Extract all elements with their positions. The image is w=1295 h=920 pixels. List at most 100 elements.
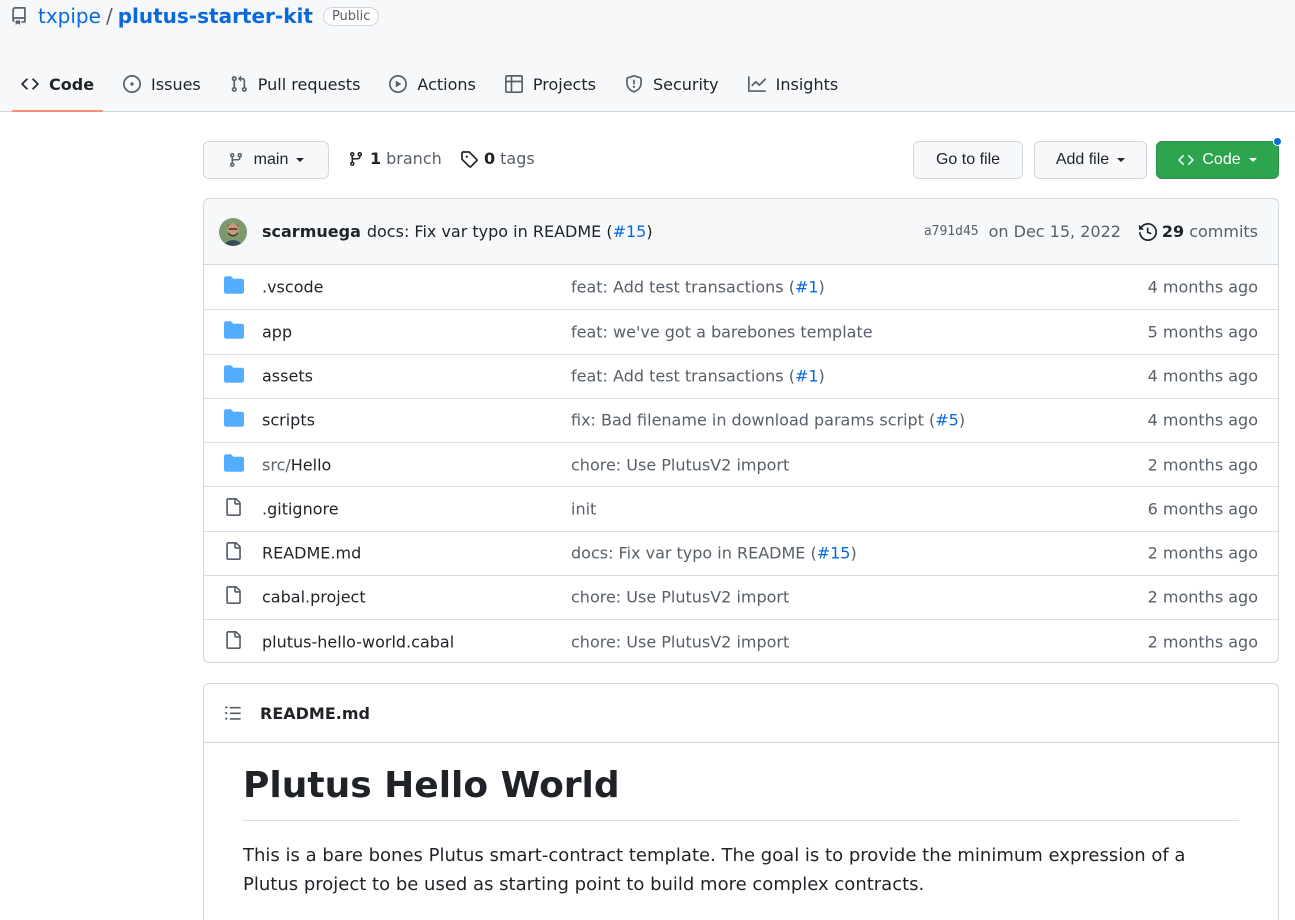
branch-select-button[interactable]: main [203, 141, 329, 179]
commit-sha-link[interactable]: a791d45 [924, 224, 979, 239]
code-icon [21, 75, 39, 93]
issue-opened-icon [123, 75, 142, 93]
repo-owner-link[interactable]: txpipe [38, 4, 101, 28]
git-branch-icon [228, 152, 244, 168]
file-commit-text: chore: Use PlutusV2 import [571, 587, 790, 607]
caret-down-icon [296, 158, 305, 162]
commits-history-link[interactable]: 29 commits [1138, 222, 1258, 241]
tab-pull-requests[interactable]: Pull requests [221, 64, 370, 104]
readme-header: README.md [204, 684, 1278, 743]
go-to-file-button[interactable]: Go to file [913, 141, 1023, 179]
file-name-link[interactable]: app [262, 322, 292, 341]
file-row[interactable]: README.md docs: Fix var typo in README (… [204, 530, 1278, 575]
caret-down-icon [1117, 158, 1126, 162]
branches-link[interactable]: 1 branch [348, 149, 442, 168]
file-commit-message[interactable]: feat: Add test transactions (#1) [571, 367, 825, 386]
file-row[interactable]: .vscode feat: Add test transactions (#1)… [204, 265, 1278, 309]
file-name-link[interactable]: cabal.project [262, 588, 366, 607]
file-commit-message[interactable]: chore: Use PlutusV2 import [571, 632, 789, 651]
tab-projects[interactable]: Projects [496, 64, 605, 104]
branch-count: 1 [370, 149, 382, 168]
file-commit-message[interactable]: chore: Use PlutusV2 import [571, 588, 789, 607]
graph-icon [747, 75, 766, 93]
commit-message[interactable]: docs: Fix var typo in README (#15) [367, 222, 653, 241]
tab-insights[interactable]: Insights [739, 64, 848, 104]
code-icon [1178, 152, 1195, 168]
table-icon [504, 75, 523, 93]
branch-label: branch [386, 149, 442, 168]
file-commit-text: docs: Fix var typo in README ( [571, 543, 817, 563]
file-name-link[interactable]: scripts [262, 411, 315, 430]
folder-icon [224, 364, 244, 388]
file-commit-pr-link[interactable]: #5 [935, 411, 959, 430]
folder-icon [224, 275, 244, 299]
file-row[interactable]: assets feat: Add test transactions (#1) … [204, 353, 1278, 398]
tab-security[interactable]: Security [616, 64, 728, 104]
commit-author-link[interactable]: scarmuega [262, 222, 361, 241]
file-name: scripts [262, 410, 315, 430]
tab-actions[interactable]: Actions [380, 64, 484, 104]
folder-icon [224, 320, 244, 344]
file-commit-message[interactable]: init [571, 499, 596, 518]
repo-name-link[interactable]: plutus-starter-kit [118, 4, 313, 28]
file-commit-text: feat: Add test transactions ( [571, 277, 795, 297]
file-commit-age: 2 months ago [1147, 632, 1258, 652]
file-commit-text: feat: Add test transactions ( [571, 366, 795, 386]
file-commit-text: feat: we've got a barebones template [571, 322, 873, 342]
folder-icon [224, 408, 244, 432]
file-name-link[interactable]: assets [262, 367, 313, 386]
file-icon [224, 542, 242, 564]
file-commit-message[interactable]: chore: Use PlutusV2 import [571, 455, 789, 474]
caret-down-icon [1248, 158, 1257, 162]
tab-code[interactable]: Code [12, 64, 104, 112]
commit-meta: a791d45 on Dec 15, 2022 29 commits [924, 222, 1258, 241]
readme-paragraph: This is a bare bones Plutus smart-contra… [243, 845, 1186, 895]
add-file-button[interactable]: Add file [1034, 141, 1147, 179]
file-row[interactable]: .gitignore init 6 months ago [204, 486, 1278, 530]
file-commit-pr-link[interactable]: #1 [795, 278, 819, 297]
repo-icon [10, 7, 28, 25]
notification-dot [1273, 137, 1282, 146]
file-commit-message[interactable]: docs: Fix var typo in README (#15) [571, 544, 857, 563]
commit-pr-link[interactable]: #15 [613, 222, 647, 241]
file-name-link[interactable]: .gitignore [262, 499, 339, 518]
file-name: Hello [290, 455, 332, 475]
file-commit-age: 2 months ago [1147, 455, 1258, 475]
commit-message-text: docs: Fix var typo in README ( [366, 222, 613, 241]
file-name-link[interactable]: .vscode [262, 278, 323, 297]
file-name-link[interactable]: README.md [262, 544, 361, 563]
file-commit-message[interactable]: fix: Bad filename in download params scr… [571, 411, 965, 430]
file-name-link[interactable]: src/Hello [262, 455, 331, 474]
file-commit-text: fix: Bad filename in download params scr… [571, 410, 936, 430]
file-commit-message[interactable]: feat: we've got a barebones template [571, 322, 873, 341]
file-row[interactable]: cabal.project chore: Use PlutusV2 import… [204, 574, 1278, 619]
tag-icon [460, 150, 478, 168]
readme-filename[interactable]: README.md [260, 704, 370, 723]
tab-issues[interactable]: Issues [114, 64, 210, 104]
avatar[interactable] [219, 217, 247, 246]
file-row[interactable]: src/Hello chore: Use PlutusV2 import 2 m… [204, 442, 1278, 486]
tags-link[interactable]: 0 tags [460, 149, 535, 168]
git-branch-icon [348, 151, 364, 167]
file-commit-age: 6 months ago [1147, 499, 1258, 519]
file-commit-text: chore: Use PlutusV2 import [571, 455, 790, 475]
file-name: .gitignore [262, 499, 339, 519]
file-commit-text: chore: Use PlutusV2 import [571, 632, 790, 652]
file-commit-age: 4 months ago [1147, 277, 1258, 297]
repo-path-separator: / [105, 4, 113, 28]
file-row[interactable]: app feat: we've got a barebones template… [204, 309, 1278, 353]
tag-label: tags [500, 149, 535, 168]
repo-tabs: Code Issues Pull requests Actions Projec… [12, 64, 858, 112]
commit-date: on Dec 15, 2022 [988, 222, 1121, 241]
file-row[interactable]: plutus-hello-world.cabal chore: Use Plut… [204, 619, 1278, 662]
file-commit-message[interactable]: feat: Add test transactions (#1) [571, 278, 825, 297]
file-commit-pr-link[interactable]: #1 [795, 367, 819, 386]
history-icon [1138, 222, 1157, 241]
file-commit-text: init [571, 499, 597, 519]
code-dropdown-button[interactable]: Code [1156, 141, 1279, 179]
file-commit-pr-link[interactable]: #15 [817, 544, 851, 563]
file-name-link[interactable]: plutus-hello-world.cabal [262, 632, 454, 651]
list-unordered-icon[interactable] [224, 704, 242, 722]
file-commit-text-end: ) [818, 366, 825, 386]
file-row[interactable]: scripts fix: Bad filename in download pa… [204, 397, 1278, 442]
